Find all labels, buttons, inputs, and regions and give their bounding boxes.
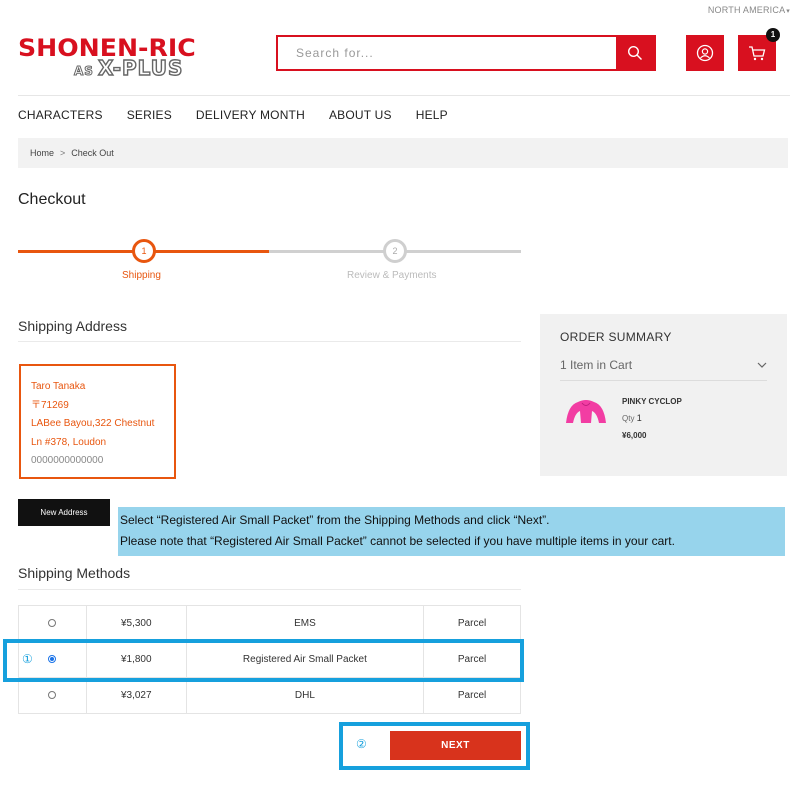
address-divider <box>18 341 521 342</box>
summary-divider <box>560 380 767 381</box>
address-name: Taro Tanaka <box>31 381 86 392</box>
step-1-label: Shipping <box>122 270 161 281</box>
cart-icon <box>749 46 766 61</box>
logo-line2: AS X-PLUS <box>74 55 184 80</box>
account-button[interactable] <box>686 35 724 71</box>
order-summary: ORDER SUMMARY 1 Item in Cart PINKY CYCLO… <box>540 314 787 476</box>
nav-item-delivery-month[interactable]: DELIVERY MONTH <box>196 108 305 122</box>
address-card-selected[interactable]: Taro Tanaka 〒71269 LABee Bayou,322 Chest… <box>19 364 176 479</box>
shipping-name: DHL <box>185 677 425 714</box>
cart-item: PINKY CYCLOP Qty 1 ¥6,000 <box>560 393 767 444</box>
cart-count-badge: 1 <box>766 28 780 42</box>
logo-xplus: X-PLUS <box>97 55 184 80</box>
site-logo[interactable]: SHONEN-RIC AS X-PLUS <box>18 34 218 81</box>
shipping-method-row[interactable]: ¥3,027 DHL Parcel <box>18 677 521 714</box>
address-line2: Ln #378, Loudon <box>31 436 107 448</box>
shipping-radio-ems[interactable] <box>48 619 57 628</box>
breadcrumb-home[interactable]: Home <box>30 148 54 158</box>
chevron-down-icon: ▾ <box>786 8 790 15</box>
search-button[interactable] <box>616 37 654 69</box>
breadcrumb-current: Check Out <box>71 148 114 158</box>
shipping-name: EMS <box>185 605 425 642</box>
nav-item-characters[interactable]: CHARACTERS <box>18 108 103 122</box>
shipping-price: ¥5,300 <box>85 605 187 642</box>
breadcrumb: Home > Check Out <box>18 138 788 168</box>
items-in-cart-toggle[interactable]: 1 Item in Cart <box>560 358 767 372</box>
product-price: ¥6,000 <box>622 431 647 440</box>
logo-as: AS <box>74 64 94 79</box>
search-input[interactable] <box>278 37 616 69</box>
new-address-button[interactable]: New Address <box>18 499 110 526</box>
step-2-label: Review & Payments <box>347 270 437 281</box>
note-line1: Select “Registered Air Small Packet” fro… <box>120 513 550 527</box>
chevron-down-icon <box>757 362 767 368</box>
highlight-selected-method <box>3 639 524 682</box>
shipping-price: ¥3,027 <box>85 677 187 714</box>
qty-value: 1 <box>636 413 642 423</box>
shipping-type: Parcel <box>423 677 521 714</box>
main-nav: CHARACTERS SERIES DELIVERY MONTH ABOUT U… <box>18 108 472 122</box>
address-phone: 0000000000000 <box>31 455 104 466</box>
user-icon <box>696 44 714 62</box>
note-line2: Please note that “Registered Air Small P… <box>120 534 675 548</box>
header-divider <box>18 95 790 96</box>
shipping-divider <box>18 589 521 590</box>
region-selector[interactable]: NORTH AMERICA▾ <box>708 5 790 15</box>
nav-item-help[interactable]: HELP <box>416 108 448 122</box>
radio-cell <box>18 677 87 714</box>
breadcrumb-separator: > <box>60 148 66 158</box>
cart-button[interactable]: 1 <box>738 28 780 71</box>
order-summary-title: ORDER SUMMARY <box>560 330 672 344</box>
shipping-type: Parcel <box>423 605 521 642</box>
radio-cell <box>18 605 87 642</box>
address-line1: LABee Bayou,322 Chestnut <box>31 418 155 429</box>
search-bar <box>276 35 656 71</box>
instruction-note: Select “Registered Air Small Packet” fro… <box>118 507 785 556</box>
region-label: NORTH AMERICA <box>707 5 786 15</box>
product-qty: Qty 1 <box>622 410 682 427</box>
items-in-cart-label: 1 Item in Cart <box>560 358 633 372</box>
address-postal: 〒71269 <box>31 399 69 411</box>
product-thumbnail[interactable] <box>560 393 612 429</box>
cart-item-info: PINKY CYCLOP Qty 1 ¥6,000 <box>622 393 682 444</box>
shipping-method-row[interactable]: ¥5,300 EMS Parcel <box>18 605 521 642</box>
shipping-methods-title: Shipping Methods <box>18 565 131 581</box>
step-2-circle: 2 <box>383 239 407 263</box>
step-marker-1: ① <box>22 652 33 666</box>
shipping-address-title: Shipping Address <box>18 318 127 334</box>
qty-label: Qty <box>622 414 635 423</box>
nav-item-about-us[interactable]: ABOUT US <box>329 108 392 122</box>
highlight-next-button <box>339 722 530 770</box>
product-name: PINKY CYCLOP <box>622 397 682 406</box>
shipping-radio-dhl[interactable] <box>48 691 57 700</box>
step-1-circle: 1 <box>132 239 156 263</box>
search-icon <box>627 45 642 60</box>
checkout-progress: 1 2 Shipping Review & Payments <box>18 238 521 288</box>
nav-item-series[interactable]: SERIES <box>127 108 172 122</box>
page-title: Checkout <box>18 191 86 208</box>
step-marker-2: ② <box>356 737 367 751</box>
